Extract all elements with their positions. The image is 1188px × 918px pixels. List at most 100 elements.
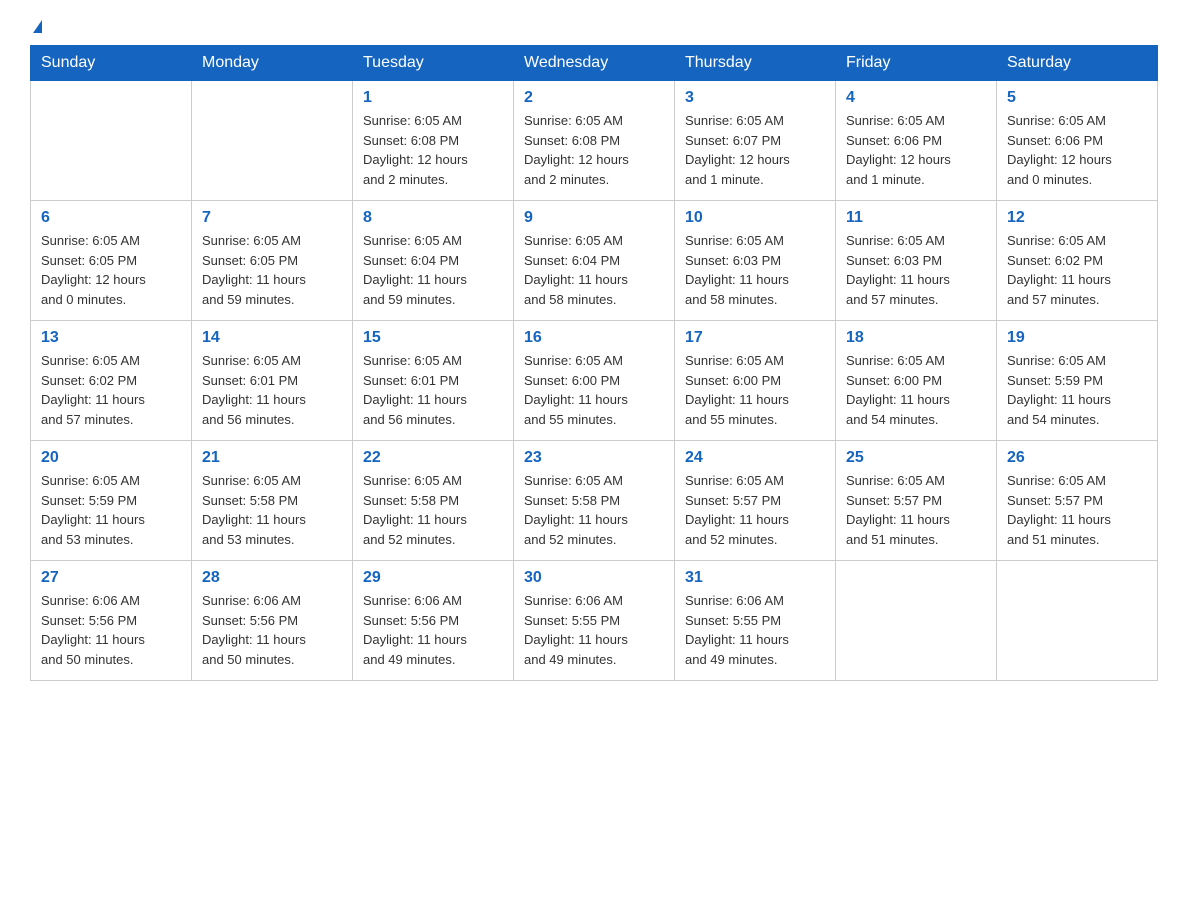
- day-number: 6: [41, 209, 181, 227]
- weekday-header-friday: Friday: [836, 46, 997, 81]
- day-number: 3: [685, 89, 825, 107]
- day-info: Sunrise: 6:05 AM Sunset: 6:07 PM Dayligh…: [685, 111, 825, 189]
- day-info: Sunrise: 6:05 AM Sunset: 6:06 PM Dayligh…: [846, 111, 986, 189]
- day-info: Sunrise: 6:05 AM Sunset: 5:57 PM Dayligh…: [846, 471, 986, 549]
- calendar-cell: [997, 561, 1158, 681]
- day-number: 24: [685, 449, 825, 467]
- week-row-3: 13 Sunrise: 6:05 AM Sunset: 6:02 PM Dayli…: [31, 321, 1158, 441]
- calendar-cell: 13 Sunrise: 6:05 AM Sunset: 6:02 PM Dayli…: [31, 321, 192, 441]
- day-number: 26: [1007, 449, 1147, 467]
- day-info: Sunrise: 6:05 AM Sunset: 5:58 PM Dayligh…: [524, 471, 664, 549]
- day-number: 14: [202, 329, 342, 347]
- day-info: Sunrise: 6:05 AM Sunset: 6:00 PM Dayligh…: [524, 351, 664, 429]
- day-info: Sunrise: 6:05 AM Sunset: 5:57 PM Dayligh…: [685, 471, 825, 549]
- day-number: 4: [846, 89, 986, 107]
- calendar-cell: 21 Sunrise: 6:05 AM Sunset: 5:58 PM Dayli…: [192, 441, 353, 561]
- day-info: Sunrise: 6:05 AM Sunset: 6:05 PM Dayligh…: [41, 231, 181, 309]
- calendar-cell: 2Sunrise: 6:05 AM Sunset: 6:08 PM Daylig…: [514, 81, 675, 201]
- week-row-1: 1Sunrise: 6:05 AM Sunset: 6:08 PM Daylig…: [31, 81, 1158, 201]
- day-number: 23: [524, 449, 664, 467]
- calendar-cell: 22 Sunrise: 6:05 AM Sunset: 5:58 PM Dayli…: [353, 441, 514, 561]
- day-number: 1: [363, 89, 503, 107]
- day-number: 30: [524, 569, 664, 587]
- calendar-cell: 18 Sunrise: 6:05 AM Sunset: 6:00 PM Dayli…: [836, 321, 997, 441]
- calendar-cell: 25 Sunrise: 6:05 AM Sunset: 5:57 PM Dayli…: [836, 441, 997, 561]
- calendar-cell: 28 Sunrise: 6:06 AM Sunset: 5:56 PM Dayli…: [192, 561, 353, 681]
- calendar-cell: 27Sunrise: 6:06 AM Sunset: 5:56 PM Dayli…: [31, 561, 192, 681]
- day-number: 10: [685, 209, 825, 227]
- calendar-cell: 8 Sunrise: 6:05 AM Sunset: 6:04 PM Daylig…: [353, 201, 514, 321]
- day-number: 22: [363, 449, 503, 467]
- calendar-cell: [836, 561, 997, 681]
- day-number: 19: [1007, 329, 1147, 347]
- day-info: Sunrise: 6:05 AM Sunset: 5:57 PM Dayligh…: [1007, 471, 1147, 549]
- day-number: 21: [202, 449, 342, 467]
- day-info: Sunrise: 6:06 AM Sunset: 5:56 PM Dayligh…: [41, 591, 181, 669]
- calendar-cell: 16 Sunrise: 6:05 AM Sunset: 6:00 PM Dayli…: [514, 321, 675, 441]
- day-info: Sunrise: 6:05 AM Sunset: 6:03 PM Dayligh…: [846, 231, 986, 309]
- day-number: 9: [524, 209, 664, 227]
- day-info: Sunrise: 6:05 AM Sunset: 6:03 PM Dayligh…: [685, 231, 825, 309]
- page-header: [30, 20, 1158, 35]
- calendar-cell: 31 Sunrise: 6:06 AM Sunset: 5:55 PM Dayli…: [675, 561, 836, 681]
- calendar-cell: 17Sunrise: 6:05 AM Sunset: 6:00 PM Dayli…: [675, 321, 836, 441]
- calendar-cell: 12Sunrise: 6:05 AM Sunset: 6:02 PM Dayli…: [997, 201, 1158, 321]
- calendar-cell: 6 Sunrise: 6:05 AM Sunset: 6:05 PM Daylig…: [31, 201, 192, 321]
- day-info: Sunrise: 6:05 AM Sunset: 6:01 PM Dayligh…: [202, 351, 342, 429]
- calendar-cell: 15 Sunrise: 6:05 AM Sunset: 6:01 PM Dayli…: [353, 321, 514, 441]
- day-info: Sunrise: 6:05 AM Sunset: 6:00 PM Dayligh…: [846, 351, 986, 429]
- day-number: 8: [363, 209, 503, 227]
- day-info: Sunrise: 6:05 AM Sunset: 6:05 PM Dayligh…: [202, 231, 342, 309]
- day-number: 16: [524, 329, 664, 347]
- calendar-cell: 3 Sunrise: 6:05 AM Sunset: 6:07 PM Daylig…: [675, 81, 836, 201]
- day-number: 20: [41, 449, 181, 467]
- day-info: Sunrise: 6:05 AM Sunset: 6:04 PM Dayligh…: [524, 231, 664, 309]
- day-number: 31: [685, 569, 825, 587]
- calendar-cell: [192, 81, 353, 201]
- day-info: Sunrise: 6:05 AM Sunset: 5:58 PM Dayligh…: [202, 471, 342, 549]
- calendar-cell: 7 Sunrise: 6:05 AM Sunset: 6:05 PM Daylig…: [192, 201, 353, 321]
- day-number: 25: [846, 449, 986, 467]
- weekday-header-thursday: Thursday: [675, 46, 836, 81]
- day-number: 18: [846, 329, 986, 347]
- day-info: Sunrise: 6:06 AM Sunset: 5:55 PM Dayligh…: [524, 591, 664, 669]
- day-number: 2: [524, 89, 664, 107]
- day-info: Sunrise: 6:05 AM Sunset: 6:02 PM Dayligh…: [1007, 231, 1147, 309]
- weekday-header-wednesday: Wednesday: [514, 46, 675, 81]
- calendar-cell: 4 Sunrise: 6:05 AM Sunset: 6:06 PM Daylig…: [836, 81, 997, 201]
- day-number: 28: [202, 569, 342, 587]
- weekday-header-row: SundayMondayTuesdayWednesdayThursdayFrid…: [31, 46, 1158, 81]
- calendar-cell: 1Sunrise: 6:05 AM Sunset: 6:08 PM Daylig…: [353, 81, 514, 201]
- calendar-cell: 30 Sunrise: 6:06 AM Sunset: 5:55 PM Dayli…: [514, 561, 675, 681]
- day-info: Sunrise: 6:06 AM Sunset: 5:55 PM Dayligh…: [685, 591, 825, 669]
- calendar-cell: 26 Sunrise: 6:05 AM Sunset: 5:57 PM Dayli…: [997, 441, 1158, 561]
- day-number: 15: [363, 329, 503, 347]
- day-number: 17: [685, 329, 825, 347]
- day-number: 5: [1007, 89, 1147, 107]
- weekday-header-tuesday: Tuesday: [353, 46, 514, 81]
- calendar-cell: 20Sunrise: 6:05 AM Sunset: 5:59 PM Dayli…: [31, 441, 192, 561]
- day-info: Sunrise: 6:05 AM Sunset: 5:58 PM Dayligh…: [363, 471, 503, 549]
- calendar-cell: 5 Sunrise: 6:05 AM Sunset: 6:06 PM Daylig…: [997, 81, 1158, 201]
- day-number: 7: [202, 209, 342, 227]
- calendar-table: SundayMondayTuesdayWednesdayThursdayFrid…: [30, 45, 1158, 681]
- week-row-4: 20Sunrise: 6:05 AM Sunset: 5:59 PM Dayli…: [31, 441, 1158, 561]
- weekday-header-sunday: Sunday: [31, 46, 192, 81]
- day-info: Sunrise: 6:05 AM Sunset: 6:01 PM Dayligh…: [363, 351, 503, 429]
- calendar-cell: 19Sunrise: 6:05 AM Sunset: 5:59 PM Dayli…: [997, 321, 1158, 441]
- calendar-cell: 24 Sunrise: 6:05 AM Sunset: 5:57 PM Dayli…: [675, 441, 836, 561]
- calendar-cell: 23 Sunrise: 6:05 AM Sunset: 5:58 PM Dayli…: [514, 441, 675, 561]
- calendar-cell: 11Sunrise: 6:05 AM Sunset: 6:03 PM Dayli…: [836, 201, 997, 321]
- calendar-cell: 10 Sunrise: 6:05 AM Sunset: 6:03 PM Dayli…: [675, 201, 836, 321]
- day-number: 13: [41, 329, 181, 347]
- calendar-cell: [31, 81, 192, 201]
- day-info: Sunrise: 6:05 AM Sunset: 6:06 PM Dayligh…: [1007, 111, 1147, 189]
- week-row-5: 27Sunrise: 6:06 AM Sunset: 5:56 PM Dayli…: [31, 561, 1158, 681]
- weekday-header-saturday: Saturday: [997, 46, 1158, 81]
- day-number: 29: [363, 569, 503, 587]
- day-info: Sunrise: 6:05 AM Sunset: 6:02 PM Dayligh…: [41, 351, 181, 429]
- week-row-2: 6 Sunrise: 6:05 AM Sunset: 6:05 PM Daylig…: [31, 201, 1158, 321]
- weekday-header-monday: Monday: [192, 46, 353, 81]
- day-info: Sunrise: 6:06 AM Sunset: 5:56 PM Dayligh…: [202, 591, 342, 669]
- day-info: Sunrise: 6:05 AM Sunset: 6:04 PM Dayligh…: [363, 231, 503, 309]
